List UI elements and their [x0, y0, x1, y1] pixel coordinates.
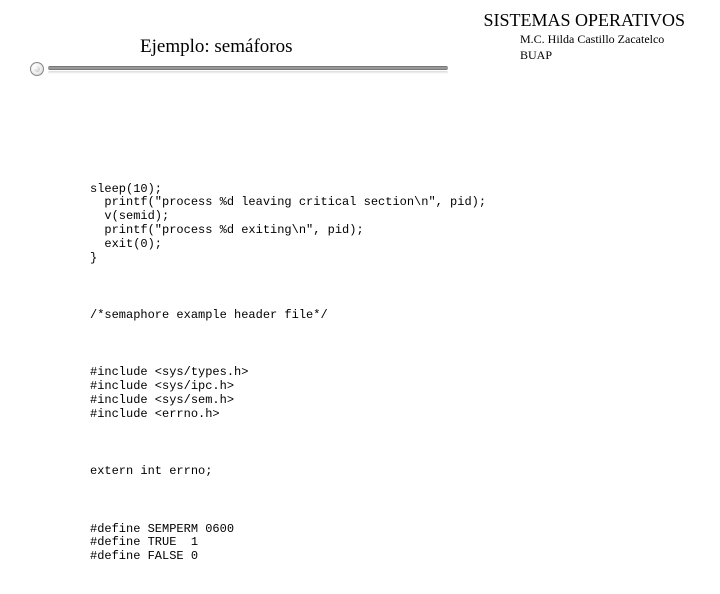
- code-block-3: #include <sys/types.h> #include <sys/ipc…: [90, 366, 486, 421]
- code-block-5: #define SEMPERM 0600 #define TRUE 1 #def…: [90, 523, 486, 564]
- author-name: M.C. Hilda Castillo Zacatelco: [520, 32, 685, 48]
- header-title: SISTEMAS OPERATIVOS: [483, 10, 685, 31]
- divider-bar: [48, 66, 448, 70]
- code-block-2: /*semaphore example header file*/: [90, 309, 486, 323]
- code-block-1: sleep(10); printf("process %d leaving cr…: [90, 183, 486, 266]
- bullet-icon: [30, 62, 44, 76]
- slide-subtitle: Ejemplo: semáforos: [140, 36, 293, 58]
- decorative-bullet-line: [30, 62, 455, 76]
- institution-name: BUAP: [520, 48, 685, 64]
- author-block: M.C. Hilda Castillo Zacatelco BUAP: [520, 32, 685, 63]
- code-block-4: extern int errno;: [90, 465, 486, 479]
- code-content: sleep(10); printf("process %d leaving cr…: [90, 155, 486, 594]
- divider-shadow: [48, 71, 448, 74]
